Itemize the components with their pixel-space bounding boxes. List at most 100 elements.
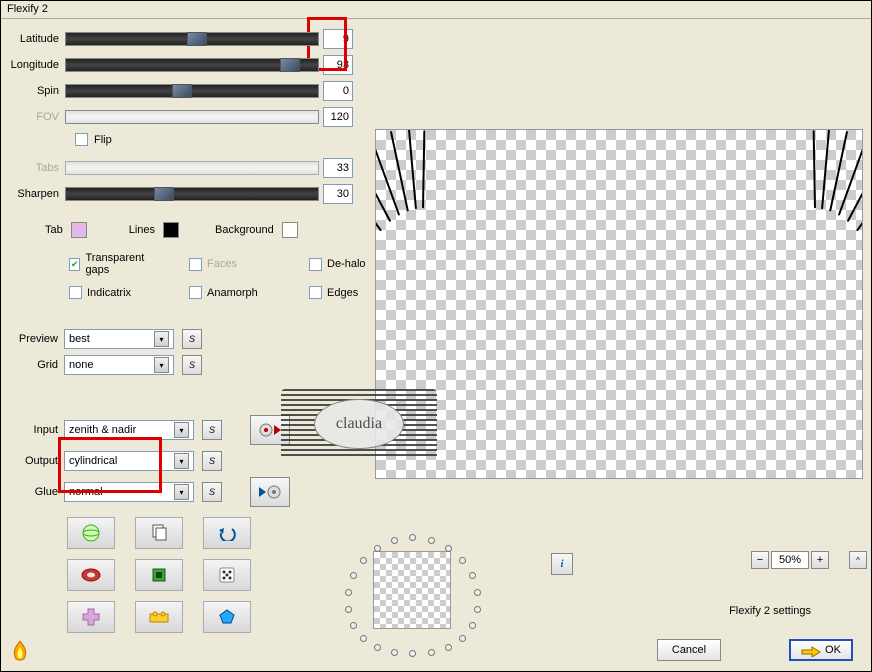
grid-s-button[interactable]: S (182, 355, 202, 375)
sharpen-value[interactable] (323, 184, 353, 204)
zoom-out-button[interactable]: − (751, 551, 769, 569)
longitude-slider[interactable] (65, 58, 319, 72)
input-row: Input zenith & nadir▾ S (9, 415, 353, 445)
chevron-down-icon: ▾ (154, 331, 169, 347)
fov-slider (65, 110, 319, 124)
undo-icon (217, 525, 237, 541)
indicatrix-checkbox[interactable] (69, 286, 82, 299)
latitude-row: Latitude (9, 29, 353, 49)
record-play-button[interactable] (250, 415, 290, 445)
preview-label: Preview (9, 333, 64, 345)
grid-dropdown[interactable]: none▾ (64, 355, 174, 375)
dot-ring (346, 534, 480, 650)
flip-row: Flip (75, 133, 353, 146)
edges-label: Edges (327, 287, 358, 299)
slider-thumb[interactable] (154, 187, 174, 201)
glue-value: normal (69, 486, 103, 498)
dice-button[interactable] (203, 559, 251, 591)
spin-value[interactable] (323, 81, 353, 101)
button-row-1 (67, 517, 353, 549)
lash-group-left (396, 130, 410, 220)
slider-thumb[interactable] (172, 84, 192, 98)
transparent-gaps-checkbox[interactable]: ✔ (69, 258, 80, 271)
sharpen-label: Sharpen (9, 188, 65, 200)
cancel-button[interactable]: Cancel (657, 639, 721, 661)
preview-s-button[interactable]: S (182, 329, 202, 349)
flame-icon[interactable] (7, 639, 33, 665)
preview-row: Preview best ▾ S (9, 329, 353, 349)
latitude-label: Latitude (9, 33, 65, 45)
globe-button[interactable] (67, 517, 115, 549)
dehalo-checkbox[interactable] (309, 258, 322, 271)
ok-button[interactable]: OK (789, 639, 853, 661)
square-button[interactable] (135, 559, 183, 591)
tab-color-swatch[interactable] (71, 222, 87, 238)
glue-s-button[interactable]: S (202, 482, 222, 502)
fov-value[interactable] (323, 107, 353, 127)
flip-checkbox[interactable] (75, 133, 88, 146)
settings-label: Flexify 2 settings (729, 605, 811, 617)
torus-button[interactable] (67, 559, 115, 591)
copy-button[interactable] (135, 517, 183, 549)
titlebar: Flexify 2 (1, 1, 871, 19)
thumbnail-preview[interactable] (373, 551, 451, 629)
input-s-button[interactable]: S (202, 420, 222, 440)
lines-color-swatch[interactable] (163, 222, 179, 238)
lines-color-label: Lines (129, 224, 155, 236)
anamorph-checkbox[interactable] (189, 286, 202, 299)
spin-slider[interactable] (65, 84, 319, 98)
brick-button[interactable] (135, 601, 183, 633)
input-dropdown[interactable]: zenith & nadir▾ (64, 420, 194, 440)
zoom-in-button[interactable]: + (811, 551, 829, 569)
latitude-value[interactable] (323, 29, 353, 49)
window-title: Flexify 2 (7, 3, 48, 15)
slider-thumb[interactable] (280, 58, 300, 72)
color-row: Tab Lines Background (9, 222, 353, 238)
glue-dropdown[interactable]: normal ▾ (64, 482, 194, 502)
edges-checkbox[interactable] (309, 286, 322, 299)
output-dropdown[interactable]: cylindrical ▾ (64, 451, 194, 471)
play-disc-icon (259, 484, 281, 500)
preview-dropdown[interactable]: best ▾ (64, 329, 174, 349)
globe-icon (81, 523, 101, 543)
spin-row: Spin (9, 81, 353, 101)
pentagon-icon (218, 608, 236, 626)
input-label: Input (9, 424, 64, 436)
tabs-label: Tabs (9, 162, 65, 174)
preview-panel (375, 129, 863, 479)
cross-button[interactable] (67, 601, 115, 633)
sharpen-slider[interactable] (65, 187, 319, 201)
info-button[interactable]: i (551, 553, 573, 575)
gem-button[interactable] (203, 601, 251, 633)
undo-button[interactable] (203, 517, 251, 549)
zoom-controls: − 50% + (751, 551, 829, 569)
slider-thumb[interactable] (187, 32, 207, 46)
chevron-down-icon: ▾ (174, 453, 189, 469)
background-color-swatch[interactable] (282, 222, 298, 238)
button-row-2 (67, 559, 353, 591)
tabs-value[interactable] (323, 158, 353, 178)
faces-checkbox (189, 258, 202, 271)
tabs-row: Tabs (9, 158, 353, 178)
play-record-button[interactable] (250, 477, 290, 507)
button-row-3 (67, 601, 353, 633)
copy-icon (150, 524, 168, 542)
flip-label: Flip (94, 134, 112, 146)
output-row: Output cylindrical▾ S (9, 451, 353, 471)
dehalo-label: De-halo (327, 258, 366, 270)
square-icon (151, 567, 167, 583)
input-value: zenith & nadir (69, 424, 136, 436)
preview-value: best (69, 333, 90, 345)
chevron-down-icon: ▾ (174, 484, 189, 500)
torus-icon (81, 567, 101, 583)
output-value: cylindrical (69, 455, 117, 467)
collapse-button[interactable]: ^ (849, 551, 867, 569)
lash-group-right (828, 130, 842, 220)
grid-row: Grid none▾ S (9, 355, 353, 375)
latitude-slider[interactable] (65, 32, 319, 46)
longitude-value[interactable] (323, 55, 353, 75)
output-s-button[interactable]: S (202, 451, 222, 471)
transparent-gaps-label: Transparent gaps (85, 252, 159, 276)
faces-label: Faces (207, 258, 237, 270)
sharpen-row: Sharpen (9, 184, 353, 204)
